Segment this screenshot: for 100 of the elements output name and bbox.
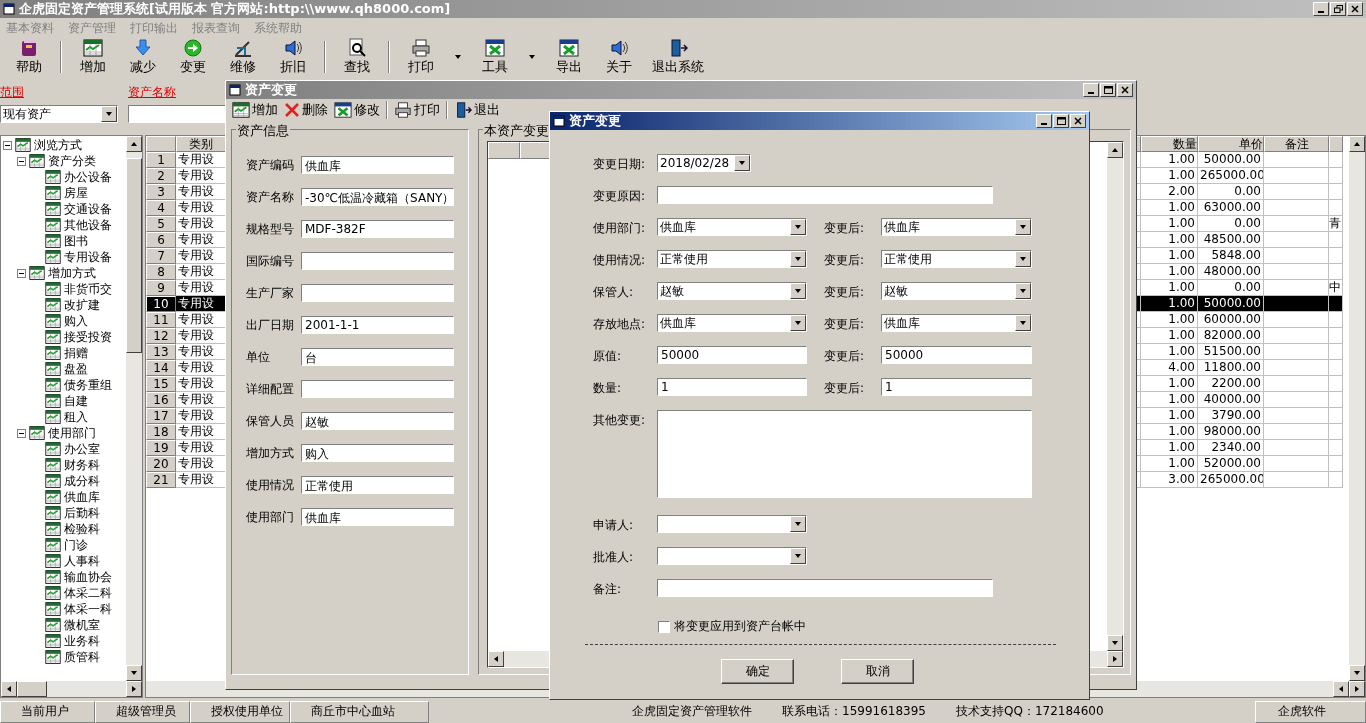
tree-item[interactable]: 后勤科 — [64, 504, 100, 522]
collapse-icon[interactable] — [17, 428, 26, 438]
maximize-button[interactable] — [1053, 114, 1069, 128]
tree-item[interactable]: 房屋 — [64, 184, 88, 202]
scope-dropdown[interactable]: 现有资产 — [0, 105, 118, 123]
maximize-button[interactable] — [1100, 83, 1116, 97]
input-field[interactable] — [657, 579, 993, 597]
toolbar-button[interactable]: 增加 — [71, 38, 115, 76]
input-field[interactable]: 2001-1-1 — [301, 316, 454, 334]
input-field[interactable]: MDF-382F — [301, 220, 454, 238]
row-number[interactable]: 1 — [146, 152, 176, 168]
dropdown-field[interactable]: 正常使用 — [657, 250, 807, 268]
toolbar-button[interactable]: 减少 — [121, 38, 165, 76]
vertical-scrollbar[interactable] — [1349, 136, 1365, 681]
tree-item[interactable]: 接受投资 — [64, 328, 112, 346]
column-header[interactable] — [488, 142, 520, 159]
tree-item[interactable]: 财务科 — [64, 456, 100, 474]
tree-item[interactable]: 图书 — [64, 232, 88, 250]
dropdown-field[interactable]: 供血库 — [881, 314, 1032, 332]
minimize-button[interactable] — [1083, 83, 1099, 97]
toolbar-button[interactable]: 退出 — [454, 101, 500, 119]
input-field[interactable] — [301, 380, 454, 398]
row-number[interactable]: 13 — [146, 344, 176, 360]
dropdown-field[interactable] — [657, 547, 807, 565]
tree-item[interactable]: 专用设备 — [64, 248, 112, 266]
input-field[interactable]: 正常使用 — [301, 476, 454, 494]
caret-icon[interactable] — [528, 53, 536, 61]
toolbar-button[interactable]: 打印 — [399, 38, 443, 76]
input-field[interactable] — [301, 252, 454, 270]
input-field[interactable] — [301, 284, 454, 302]
row-number[interactable]: 18 — [146, 424, 176, 440]
input-field[interactable]: 50000 — [657, 346, 807, 364]
toolbar-button[interactable]: 导出 — [547, 38, 591, 76]
row-number[interactable]: 7 — [146, 248, 176, 264]
toolbar-button[interactable]: 工具 — [473, 38, 517, 76]
dialog-button[interactable]: 确定 — [721, 659, 794, 684]
horizontal-scrollbar[interactable] — [1, 681, 142, 697]
toolbar-button[interactable]: 修改 — [334, 101, 380, 119]
column-header[interactable]: 类别 — [176, 136, 226, 152]
toolbar-button[interactable]: 查找 — [335, 38, 379, 76]
input-field[interactable]: 1 — [657, 378, 807, 396]
column-header[interactable]: 数量 — [1141, 136, 1198, 152]
row-number[interactable]: 21 — [146, 472, 176, 488]
column-header[interactable]: 备注 — [1264, 136, 1329, 152]
row-number[interactable]: 12 — [146, 328, 176, 344]
tree-item[interactable]: 改扩建 — [64, 296, 100, 314]
tree-item[interactable]: 交通设备 — [64, 200, 112, 218]
row-number[interactable]: 9 — [146, 280, 176, 296]
input-field[interactable]: 台 — [301, 348, 454, 366]
dropdown-field[interactable]: 供血库 — [881, 218, 1032, 236]
tree-item[interactable]: 非货币交 — [64, 280, 112, 298]
row-number[interactable]: 19 — [146, 440, 176, 456]
tree-item[interactable]: 盘盈 — [64, 360, 88, 378]
tree-item[interactable]: 检验科 — [64, 520, 100, 538]
tree-item[interactable]: 业务科 — [64, 632, 100, 650]
input-field[interactable]: 购入 — [301, 444, 454, 462]
toolbar-button[interactable]: 增加 — [232, 101, 278, 119]
toolbar-button[interactable]: 退出系统 — [647, 38, 709, 76]
input-field[interactable]: 供血库 — [301, 156, 454, 174]
toolbar-button[interactable]: 帮助 — [7, 38, 51, 76]
tree-item[interactable]: 输血协会 — [64, 568, 112, 586]
row-number[interactable]: 8 — [146, 264, 176, 280]
restore-button[interactable] — [1330, 2, 1346, 16]
row-number[interactable]: 20 — [146, 456, 176, 472]
tree-item[interactable]: 自建 — [64, 392, 88, 410]
dropdown-field[interactable]: 赵敏 — [881, 282, 1032, 300]
toolbar-button[interactable]: 维修 — [221, 38, 265, 76]
dropdown-field[interactable]: 赵敏 — [657, 282, 807, 300]
date-picker[interactable]: 2018/02/28 — [657, 154, 751, 172]
tree-item[interactable]: 体采二科 — [64, 584, 112, 602]
dialog-button[interactable]: 取消 — [841, 659, 914, 684]
close-button[interactable] — [1117, 83, 1133, 97]
tree-item[interactable]: 租入 — [64, 408, 88, 426]
tree-item[interactable]: 资产分类 — [48, 152, 96, 170]
tree-item[interactable]: 使用部门 — [48, 424, 96, 442]
tree-item[interactable]: 成分科 — [64, 472, 100, 490]
close-button[interactable] — [1070, 114, 1086, 128]
input-field[interactable]: 1 — [881, 378, 1032, 396]
tree-item[interactable]: 人事科 — [64, 552, 100, 570]
tree-item[interactable]: 微机室 — [64, 616, 100, 634]
row-number[interactable]: 3 — [146, 184, 176, 200]
checkbox[interactable] — [658, 620, 670, 633]
collapse-icon[interactable] — [17, 268, 26, 278]
dropdown-field[interactable] — [657, 515, 807, 533]
row-number[interactable]: 11 — [146, 312, 176, 328]
collapse-icon[interactable] — [17, 156, 26, 166]
tree-item[interactable]: 浏览方式 — [34, 136, 82, 154]
row-number[interactable]: 17 — [146, 408, 176, 424]
minimize-button[interactable] — [1036, 114, 1052, 128]
row-number[interactable]: 2 — [146, 168, 176, 184]
toolbar-button[interactable]: 关于 — [597, 38, 641, 76]
vertical-scrollbar[interactable] — [1107, 142, 1123, 651]
tree-item[interactable]: 购入 — [64, 312, 88, 330]
caret-icon[interactable] — [454, 53, 462, 61]
toolbar-button[interactable]: 折旧 — [271, 38, 315, 76]
row-number[interactable]: 16 — [146, 392, 176, 408]
input-field[interactable]: 50000 — [881, 346, 1032, 364]
tree-item[interactable]: 办公室 — [64, 440, 100, 458]
input-field[interactable]: 赵敏 — [301, 412, 454, 430]
tree-item[interactable]: 办公设备 — [64, 168, 112, 186]
